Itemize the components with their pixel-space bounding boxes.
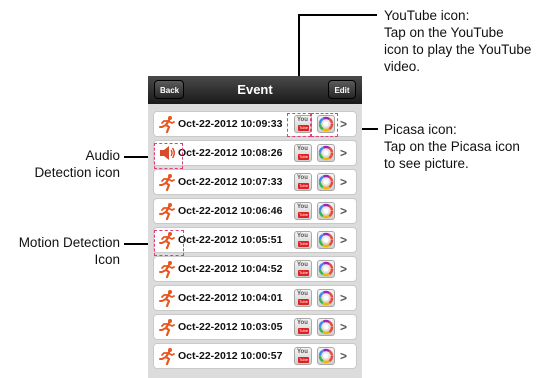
navigation-bar: Back Event Edit [148, 76, 362, 104]
picasa-icon[interactable] [317, 347, 335, 365]
edit-button[interactable]: Edit [328, 80, 356, 99]
picasa-icon[interactable] [317, 144, 335, 162]
picasa-callout-line-2: Tap on the Picasa icon [384, 139, 520, 154]
youtube-icon[interactable]: You Tube [294, 260, 312, 278]
picasa-callout-line-1: Picasa icon: [384, 122, 457, 137]
youtube-icon-badge: Tube [298, 328, 309, 334]
audio-callout: Audio Detection icon [34, 147, 120, 181]
audio-callout-line-1: Audio [85, 148, 120, 163]
event-datetime: Oct-22-2012 10:04:52 [178, 263, 283, 275]
motion-icon-highlight [154, 230, 184, 256]
event-datetime: Oct-22-2012 10:00:57 [178, 350, 283, 362]
chevron-right-icon: > [340, 146, 348, 160]
youtube-icon[interactable]: You Tube [294, 173, 312, 191]
youtube-icon-badge: Tube [298, 183, 309, 189]
youtube-callout-line-4: video. [384, 59, 421, 74]
youtube-callout: YouTube icon: Tap on the YouTube icon to… [384, 7, 531, 75]
picasa-icon[interactable] [317, 202, 335, 220]
picasa-icon[interactable] [317, 318, 335, 336]
youtube-icon-badge: Tube [298, 154, 309, 160]
event-datetime: Oct-22-2012 10:05:51 [178, 234, 283, 246]
event-datetime: Oct-22-2012 10:06:46 [178, 205, 283, 217]
event-row[interactable]: Oct-22-2012 10:06:46 You Tube > [153, 198, 357, 224]
motion-detection-icon [158, 318, 176, 337]
event-row[interactable]: Oct-22-2012 10:08:26 You Tube > [153, 140, 357, 166]
event-datetime: Oct-22-2012 10:03:05 [178, 321, 283, 333]
motion-detection-icon [158, 347, 176, 366]
youtube-icon-text: You [297, 349, 308, 355]
motion-detection-icon [158, 202, 176, 221]
chevron-right-icon: > [340, 291, 348, 305]
audio-icon-highlight [154, 143, 183, 169]
youtube-icon[interactable]: You Tube [294, 231, 312, 249]
youtube-icon[interactable]: You Tube [294, 144, 312, 162]
motion-callout-line-2: Icon [94, 252, 120, 267]
youtube-callout-line-1: YouTube icon: [384, 8, 470, 23]
event-row[interactable]: Oct-22-2012 10:04:01 You Tube > [153, 285, 357, 311]
event-datetime: Oct-22-2012 10:04:01 [178, 292, 283, 304]
youtube-callout-line-2: Tap on the YouTube [384, 25, 504, 40]
youtube-icon[interactable]: You Tube [294, 347, 312, 365]
event-datetime: Oct-22-2012 10:08:26 [178, 147, 283, 159]
youtube-icon-highlight [287, 113, 311, 137]
motion-callout: Motion Detection Icon [19, 234, 120, 268]
youtube-icon-badge: Tube [298, 241, 309, 247]
picasa-icon[interactable] [317, 231, 335, 249]
event-datetime: Oct-22-2012 10:07:33 [178, 176, 283, 188]
youtube-icon-text: You [297, 262, 308, 268]
youtube-icon-text: You [297, 146, 308, 152]
picasa-icon[interactable] [317, 289, 335, 307]
youtube-icon[interactable]: You Tube [294, 202, 312, 220]
picasa-callout-line-3: to see picture. [384, 156, 469, 171]
event-row[interactable]: Oct-22-2012 10:00:57 You Tube > [153, 343, 357, 369]
chevron-right-icon: > [340, 349, 348, 363]
audio-callout-line-2: Detection icon [34, 165, 120, 180]
youtube-icon[interactable]: You Tube [294, 289, 312, 307]
motion-detection-icon [158, 289, 176, 308]
chevron-right-icon: > [340, 262, 348, 276]
chevron-right-icon: > [340, 175, 348, 189]
event-row[interactable]: Oct-22-2012 10:03:05 You Tube > [153, 314, 357, 340]
picasa-icon[interactable] [317, 173, 335, 191]
chevron-right-icon: > [340, 320, 348, 334]
youtube-icon-text: You [297, 233, 308, 239]
youtube-icon-text: You [297, 204, 308, 210]
chevron-right-icon: > [340, 204, 348, 218]
event-datetime: Oct-22-2012 10:09:33 [178, 118, 283, 130]
youtube-callout-line-3: icon to play the YouTube [384, 42, 532, 57]
chevron-right-icon: > [340, 117, 348, 131]
youtube-icon-badge: Tube [298, 270, 309, 276]
youtube-icon-text: You [297, 320, 308, 326]
motion-detection-icon [158, 260, 176, 279]
event-row[interactable]: Oct-22-2012 10:04:52 You Tube > [153, 256, 357, 282]
picasa-icon-highlight [311, 113, 338, 137]
picasa-icon[interactable] [317, 260, 335, 278]
motion-detection-icon [158, 173, 176, 192]
youtube-icon-text: You [297, 291, 308, 297]
event-row[interactable]: Oct-22-2012 10:07:33 You Tube > [153, 169, 357, 195]
motion-detection-icon [158, 115, 176, 134]
youtube-icon-badge: Tube [298, 299, 309, 305]
youtube-icon-text: You [297, 175, 308, 181]
motion-callout-line-1: Motion Detection [18, 235, 120, 250]
youtube-icon-badge: Tube [298, 212, 309, 218]
picasa-callout: Picasa icon: Tap on the Picasa icon to s… [384, 121, 520, 172]
chevron-right-icon: > [340, 233, 348, 247]
youtube-leader-horizontal [298, 14, 377, 16]
youtube-icon-badge: Tube [298, 357, 309, 363]
youtube-icon[interactable]: You Tube [294, 318, 312, 336]
